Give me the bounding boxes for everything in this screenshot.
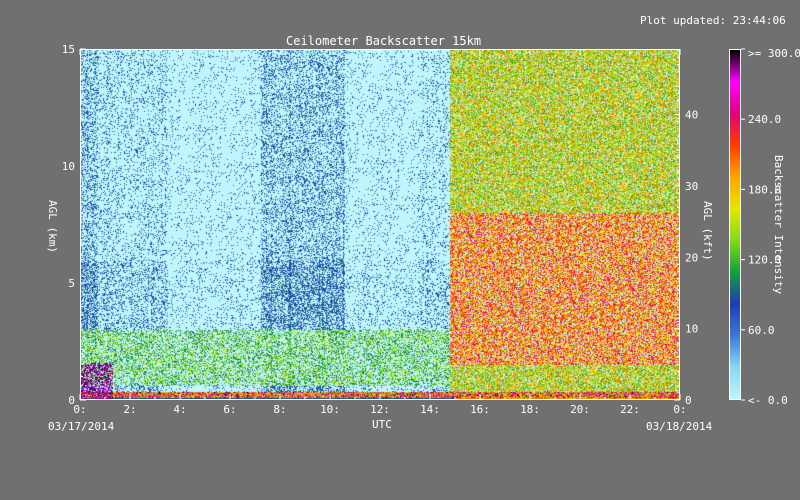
x-axis-label: UTC (372, 418, 392, 431)
y-left-tick-label: 5 (68, 277, 75, 290)
colorbar-tick-label: >= 300.0 (748, 47, 800, 60)
y-left-tick-label: 10 (62, 160, 75, 173)
x-tick-label: 8: (273, 403, 286, 416)
x-tick-label: 10: (320, 403, 340, 416)
y-right-tick-label: 10 (685, 323, 698, 336)
x-tick-label: 2: (123, 403, 136, 416)
y-axis-left-label: AGL (km) (46, 200, 59, 253)
date-start-label: 03/17/2014 (48, 420, 115, 433)
y-axis-right-label: AGL (kft) (701, 201, 714, 261)
backscatter-plot-area (80, 49, 680, 400)
x-tick-label: 12: (370, 403, 390, 416)
x-tick-label: 22: (620, 403, 640, 416)
y-right-tick-label: 0 (685, 394, 692, 407)
colorbar-tick-label: 240.0 (748, 113, 781, 126)
x-tick-label: 18: (520, 403, 540, 416)
x-tick-label: 6: (223, 403, 236, 416)
x-tick-label: 0: (73, 403, 86, 416)
colorbar-label: Backscatter Intensity (772, 155, 785, 295)
y-right-tick-label: 30 (685, 180, 698, 193)
y-left-tick-label: 15 (62, 43, 75, 56)
colorbar (729, 49, 741, 400)
x-tick-label: 20: (570, 403, 590, 416)
x-tick-label: 16: (470, 403, 490, 416)
x-tick-label: 0: (673, 403, 686, 416)
y-right-tick-label: 40 (685, 109, 698, 122)
date-end-label: 03/18/2014 (646, 420, 713, 433)
plot-updated-label: Plot updated: 23:44:06 (640, 14, 786, 27)
colorbar-tick-label: 60.0 (748, 324, 775, 337)
x-tick-label: 14: (420, 403, 440, 416)
y-right-tick-label: 20 (685, 251, 698, 264)
chart-title: Ceilometer Backscatter 15km (286, 34, 482, 48)
x-tick-label: 4: (173, 403, 186, 416)
backscatter-heatmap (80, 49, 680, 400)
y-left-tick-label: 0 (68, 394, 75, 407)
colorbar-tick-label: <- 0.0 (748, 394, 788, 407)
